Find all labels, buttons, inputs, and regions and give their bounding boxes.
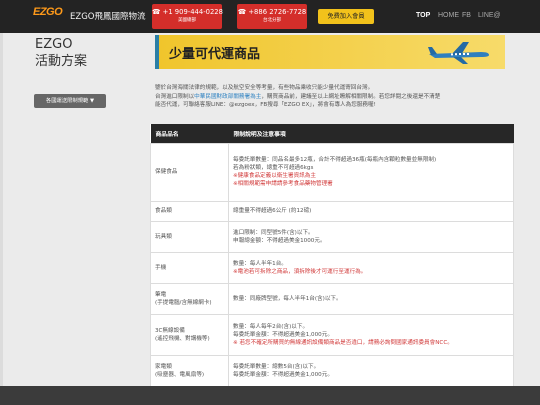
rule-line: 每委託單數量：同品名最多12瓶，合計不得超過36瓶(每瓶內含顆粒數量並無限制) xyxy=(233,157,437,163)
intro-line-2-pre: 台灣進口限制以 xyxy=(155,93,195,100)
rule-line: 數量：同廠牌型號，每人半年1台(含)以下。 xyxy=(233,295,342,302)
intro-text: 鑒於台灣海關法律的規範，以及航空安全等考量，有些物品乘收只能少量代運寄回台灣。 … xyxy=(155,84,509,110)
row-category: 保健食品 xyxy=(150,142,229,202)
page-title: EZGO 活動方案 xyxy=(35,36,87,70)
row-rules: 數量：同廠牌型號，每人半年1台(含)以下。 xyxy=(228,282,514,315)
category-subtitle: (吸塵器、電風扇等) xyxy=(155,371,205,378)
row-category: 玩具類 xyxy=(150,220,229,253)
table-row: 手機 數量：每人半年1台。 ※電池若可拆除之商品，須拆除後才可運行至運行為。 xyxy=(150,251,514,284)
rule-line: ※電池若可拆除之商品，須拆除後才可運行至運行為。 xyxy=(233,268,367,275)
rule-line: 申報總金額：不得超過美金1000元。 xyxy=(233,237,326,244)
phone-location: 美國總部 xyxy=(178,18,196,23)
customs-link[interactable]: 中華民國財政部關務署為主 xyxy=(194,94,261,100)
rule-line: ※健康食品定義以衛生署資訊為主 xyxy=(233,173,316,179)
category-name: 3C無線設備 xyxy=(155,327,185,334)
table-row: 3C無線設備 (遙控飛機、對講機等) 數量：每人每年2台(含)以下。 每委託單金… xyxy=(150,313,514,356)
top-header: EZGO EZGO飛鳳國際物流 ☎ +1 909-444-0228 美國總部 ☎… xyxy=(0,0,540,33)
row-rules: 每委託單數量：同品名最多12瓶，合計不得超過36瓶(每瓶內含顆粒數量並無限制) … xyxy=(228,142,514,202)
row-rules: 數量：每人半年1台。 ※電池若可拆除之商品，須拆除後才可運行至運行為。 xyxy=(228,251,514,284)
nav-line[interactable]: LINE@ xyxy=(478,12,501,19)
table-row: 食品類 總重量不得超過6公斤 (約12磅) xyxy=(150,200,514,222)
banner-title: 少量可代運商品 xyxy=(169,47,261,62)
logo-text: EZGO xyxy=(33,6,63,18)
left-edge-strip xyxy=(0,33,3,386)
phone-number: ☎ +886 2726-7728 xyxy=(237,8,307,16)
category-name: 玩具類 xyxy=(155,233,172,240)
phone-button-tw[interactable]: ☎ +886 2726-7728 台北分部 xyxy=(237,4,307,29)
category-name: 手機 xyxy=(155,264,167,271)
row-rules: 數量：每人每年2台(含)以下。 每委託單金額：不得超過美金1,000元。 ※ 若… xyxy=(228,313,514,356)
shipping-rules-dropdown[interactable]: 各國運送限制規範 ▼ xyxy=(34,94,106,108)
table-row: 保健食品 每委託單數量：同品名最多12瓶，合計不得超過36瓶(每瓶內含顆粒數量並… xyxy=(150,142,514,202)
table-row: 筆電 (手提電腦/含無線網卡) 數量：同廠牌型號，每人半年1台(含)以下。 xyxy=(150,282,514,315)
rule-line: 數量：每人半年1台。 xyxy=(233,260,287,267)
intro-line-2-post: ，購買商品前，建議至以上網址瞭解相關限制。若您詳閱之後還是不清楚 xyxy=(261,93,441,100)
row-category: 筆電 (手提電腦/含無線網卡) xyxy=(150,282,229,315)
restriction-table: 商品品名 限制說明及注意事項 保健食品 每委託單數量：同品名最多12瓶，合計不得… xyxy=(150,124,514,387)
category-subtitle: (遙控飛機、對講機等) xyxy=(155,335,210,342)
phone-button-us[interactable]: ☎ +1 909-444-0228 美國總部 xyxy=(152,4,223,29)
category-subtitle: (手提電腦/含無線網卡) xyxy=(155,299,212,306)
airplane-icon xyxy=(428,42,489,64)
category-name: 食品類 xyxy=(155,208,172,214)
category-name: 筆電 xyxy=(155,291,167,298)
rule-line: 每委託單金額：不得超過美金1,000元。 xyxy=(233,371,333,378)
row-rules: 每委託單數量：總數5台(含)以下。 每委託單金額：不得超過美金1,000元。 xyxy=(228,354,514,387)
rule-line-with-link[interactable]: ※相關規範需申請請參考食品藥物管理署 xyxy=(233,180,509,188)
intro-line-3: 能否代運，可聯絡客服LINE：@ezgoex，FB搜尋「EZGO EX」，將會有… xyxy=(155,102,376,109)
row-rules: 進口限制：同型號5件(含)以下。 申報總金額：不得超過美金1000元。 xyxy=(228,220,514,253)
banner: 少量可代運商品 xyxy=(155,35,505,69)
rule-line: 若為粉狀類，總重不可超過6kgs xyxy=(233,165,314,171)
nav-fb[interactable]: FB xyxy=(462,12,471,19)
rule-line: 數量：每人每年2台(含)以下。 xyxy=(233,323,309,330)
brand-name[interactable]: EZGO飛鳳國際物流 xyxy=(70,10,145,22)
table-row: 玩具類 進口限制：同型號5件(含)以下。 申報總金額：不得超過美金1000元。 xyxy=(150,220,514,253)
phone-location: 台北分部 xyxy=(263,18,281,23)
page-title-line2: 活動方案 xyxy=(35,54,88,69)
table-row: 家電類 (吸塵器、電風扇等) 每委託單數量：總數5台(含)以下。 每委託單金額：… xyxy=(150,354,514,387)
join-member-button[interactable]: 免費加入會員 xyxy=(318,9,374,24)
page-footer xyxy=(0,386,540,405)
nav-home[interactable]: HOME xyxy=(438,12,459,19)
nav-top[interactable]: TOP xyxy=(416,12,430,19)
phone-number: ☎ +1 909-444-0228 xyxy=(152,8,223,16)
page-title-line1: EZGO xyxy=(35,37,73,52)
category-name: 家電類 xyxy=(155,363,172,370)
rule-line: 總重量不得超過6公斤 (約12磅) xyxy=(233,208,312,214)
intro-line-2: 台灣進口限制以中華民國財政部關務署為主，購買商品前，建議至以上網址瞭解相關限制。… xyxy=(155,93,509,102)
table-header-row: 商品品名 限制說明及注意事項 xyxy=(150,124,514,143)
intro-line-1: 鑒於台灣海關法律的規範，以及航空安全等考量，有些物品乘收只能少量代運寄回台灣。 xyxy=(155,85,374,91)
row-rules: 總重量不得超過6公斤 (約12磅) xyxy=(228,200,514,222)
ezgo-logo[interactable]: EZGO xyxy=(33,6,66,26)
row-category: 食品類 xyxy=(150,200,229,222)
rule-line: 每委託單數量：總數5台(含)以下。 xyxy=(233,363,320,370)
row-category: 手機 xyxy=(150,251,229,284)
rule-line: 每委託單金額：不得超過美金1,000元。 xyxy=(233,331,333,338)
column-header-rules: 限制說明及注意事項 xyxy=(228,124,514,143)
row-category: 3C無線設備 (遙控飛機、對講機等) xyxy=(150,313,229,356)
row-category: 家電類 (吸塵器、電風扇等) xyxy=(150,354,229,387)
category-name: 保健食品 xyxy=(155,169,178,175)
column-header-name: 商品品名 xyxy=(150,124,229,143)
rule-line: ※ 若您不確定所購買的無線通訊設備類商品是否違口，請務必詢問國家通訊委員會NCC… xyxy=(233,339,453,346)
rule-line: 進口限制：同型號5件(含)以下。 xyxy=(233,229,314,236)
